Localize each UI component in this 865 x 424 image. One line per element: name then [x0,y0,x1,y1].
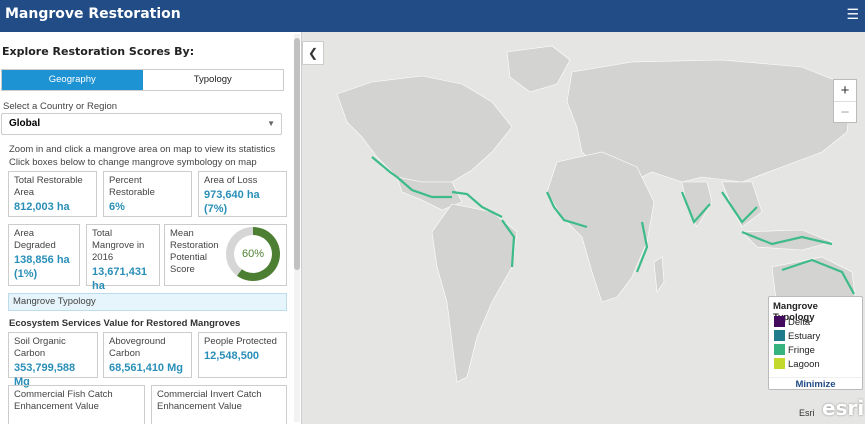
fish-catch-card[interactable]: Commercial Fish Catch Enhancement Value [8,385,145,424]
legend-minimize-button[interactable]: Minimize [769,377,862,390]
percent-restorable-label: Percent Restorable [109,175,155,198]
area-degraded-label: Area Degraded [14,228,56,251]
zoom-in-button[interactable]: + [834,80,856,101]
world-map[interactable]: ❮ + − Mangrove Typology Delta Estuary Fr… [302,32,865,424]
legend-item-fringe: Fringe [774,344,815,356]
total-restorable-label: Total Restorable Area [14,175,83,198]
invert-catch-label: Commercial Invert Catch Enhancement Valu… [157,389,262,412]
legend-label-delta: Delta [788,317,811,328]
app-title: Mangrove Restoration [5,6,181,22]
legend-label-lagoon: Lagoon [788,359,820,370]
hint-zoom: Zoom in and click a mangrove area on map… [9,144,276,155]
hamburger-icon[interactable]: ☰ [846,6,859,23]
map-attribution[interactable]: Esri [799,408,815,418]
soil-carbon-label: Soil Organic Carbon [14,336,66,359]
chevron-left-icon[interactable]: ❮ [302,41,324,65]
total-restorable-card[interactable]: Total Restorable Area 812,003 ha [8,171,97,217]
soil-carbon-card[interactable]: Soil Organic Carbon 353,799,588 Mg [8,332,98,388]
legend-item-estuary: Estuary [774,330,820,342]
caret-down-icon: ▼ [267,119,275,128]
legend-swatch-fringe [774,344,785,355]
legend-label-fringe: Fringe [788,345,815,356]
eco-services-heading: Ecosystem Services Value for Restored Ma… [9,318,241,329]
landmass-africa [546,151,655,303]
typology-legend: Mangrove Typology Delta Estuary Fringe L… [768,296,863,390]
scrollbar-thumb[interactable] [294,38,300,270]
legend-swatch-delta [774,316,785,327]
hint-click: Click boxes below to change mangrove sym… [9,157,257,168]
area-degraded-value: 138,856 ha (1%) [14,254,70,280]
mangrove-typology-toggle[interactable]: Mangrove Typology [8,293,287,311]
side-panel: Explore Restoration Scores By: Geography… [0,32,302,424]
aboveground-carbon-card[interactable]: Aboveground Carbon 68,561,410 Mg [103,332,192,378]
legend-label-estuary: Estuary [788,331,821,342]
total-mangrove-card[interactable]: Total Mangrove in 2016 13,671,431 ha [86,224,160,292]
legend-swatch-estuary [774,330,785,341]
top-bar: Mangrove Restoration ☰ [0,0,865,32]
people-protected-label: People Protected [204,336,277,347]
area-of-loss-card[interactable]: Area of Loss 973,640 ha (7%) [198,171,287,217]
landmass-greenland [506,45,571,93]
panel-scrollbar[interactable] [294,34,300,422]
invert-catch-card[interactable]: Commercial Invert Catch Enhancement Valu… [151,385,287,424]
mean-score-value: 60% [234,235,272,273]
total-mangrove-value: 13,671,431 ha [92,266,148,292]
total-restorable-value: 812,003 ha [14,201,70,213]
esri-logo: esri [822,396,865,420]
aboveground-carbon-label: Aboveground Carbon [109,336,166,359]
area-of-loss-label: Area of Loss [204,175,258,186]
region-select[interactable]: Global ▼ [1,113,282,135]
area-degraded-card[interactable]: Area Degraded 138,856 ha (1%) [8,224,80,286]
mean-score-donut: 60% [226,227,280,281]
region-select-label: Select a Country or Region [3,101,118,112]
aboveground-carbon-value: 68,561,410 Mg [109,362,183,374]
mean-score-label: Mean Restoration Potential Score [170,228,219,275]
legend-item-delta: Delta [774,316,810,328]
tab-geography[interactable]: Geography [2,70,143,90]
legend-item-lagoon: Lagoon [774,358,820,370]
zoom-out-button[interactable]: − [834,101,856,122]
area-of-loss-value: 973,640 ha (7%) [204,189,260,215]
tab-group: Geography Typology [1,69,284,91]
zoom-control: + − [833,79,857,123]
people-protected-card[interactable]: People Protected 12,548,500 [198,332,287,378]
legend-swatch-lagoon [774,358,785,369]
landmass-north-america [336,75,513,183]
people-protected-value: 12,548,500 [204,350,260,362]
region-select-value: Global [9,118,41,129]
percent-restorable-value: 6% [109,201,125,213]
landmass-madagascar [653,256,665,293]
total-mangrove-label: Total Mangrove in 2016 [92,228,145,263]
tab-typology[interactable]: Typology [143,70,284,90]
percent-restorable-card[interactable]: Percent Restorable 6% [103,171,192,217]
landmass-south-america [431,203,518,383]
fish-catch-label: Commercial Fish Catch Enhancement Value [14,389,113,412]
explore-heading: Explore Restoration Scores By: [2,45,195,58]
